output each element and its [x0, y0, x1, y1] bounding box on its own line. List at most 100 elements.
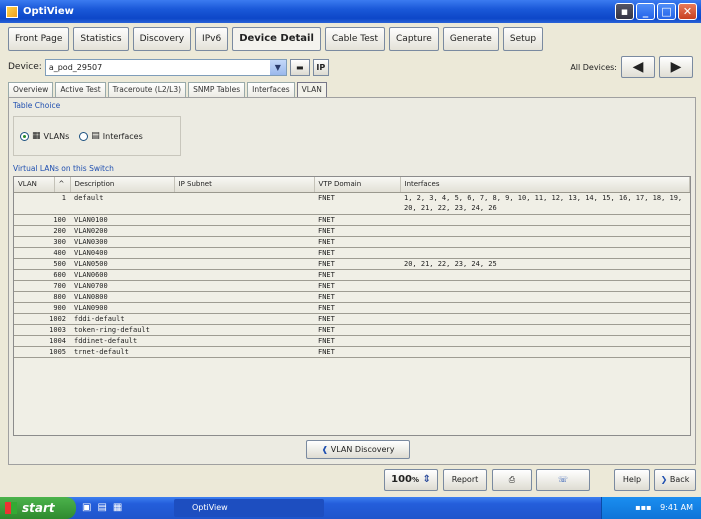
quick-launch-icon[interactable]: ▤: [97, 502, 106, 513]
taskbar-item-optiview[interactable]: OptiView: [174, 499, 324, 517]
cell-description: VLAN0500: [70, 258, 174, 270]
cell-interfaces: [400, 302, 690, 314]
cell-description: VLAN0700: [70, 280, 174, 292]
table-row[interactable]: 1 default FNET 1, 2, 3, 4, 5, 6, 7, 8, 9…: [14, 192, 690, 215]
quick-launch-icon[interactable]: ▣: [82, 502, 91, 513]
start-button[interactable]: start: [0, 497, 76, 519]
table-row[interactable]: 1002 fddi-default FNET: [14, 313, 690, 325]
table-row[interactable]: 1004 fddinet-default FNET: [14, 335, 690, 347]
device-icon: ▬: [296, 62, 304, 72]
col-header-vtp-domain[interactable]: VTP Domain: [314, 177, 401, 193]
subtab-vlan[interactable]: VLAN: [296, 82, 327, 97]
ip-button[interactable]: IP: [312, 58, 329, 76]
device-label: Device:: [8, 62, 42, 72]
zoom-control[interactable]: 100% ⇕: [384, 469, 438, 491]
cell-domain: FNET: [314, 335, 400, 347]
vlan-icon: ▦: [32, 131, 41, 141]
table-row[interactable]: 1005 trnet-default FNET: [14, 346, 690, 358]
radio-selected-icon[interactable]: [20, 131, 29, 141]
table-row[interactable]: 200 VLAN0200 FNET: [14, 225, 690, 237]
previous-device-button[interactable]: ◀: [621, 56, 655, 78]
device-toolbar-button[interactable]: ▬: [289, 58, 310, 76]
discovery-icon: ❰: [321, 445, 329, 454]
col-header-vlan[interactable]: VLAN: [14, 177, 55, 193]
table-row[interactable]: 800 VLAN0800 FNET: [14, 291, 690, 303]
phone-button[interactable]: ☏: [536, 469, 590, 491]
cell-subnet: [174, 192, 314, 215]
subtab-traceroute[interactable]: Traceroute (L2/L3): [107, 82, 187, 97]
cell-description: token-ring-default: [70, 324, 174, 336]
next-device-button[interactable]: ▶: [659, 56, 693, 78]
radio-vlans[interactable]: ▦ VLANs: [20, 131, 69, 141]
subtab-overview[interactable]: Overview: [8, 82, 54, 97]
detail-subtabs: Overview Active Test Traceroute (L2/L3) …: [8, 82, 327, 97]
col-header-ip-subnet[interactable]: IP Subnet: [174, 177, 315, 193]
quick-launch-icon[interactable]: ▦: [113, 502, 122, 513]
table-row[interactable]: 300 VLAN0300 FNET: [14, 236, 690, 248]
table-row[interactable]: 600 VLAN0600 FNET: [14, 269, 690, 281]
cell-vlan: 1005: [14, 346, 70, 358]
cell-description: VLAN0600: [70, 269, 174, 281]
quick-launch: ▣ ▤ ▦: [82, 502, 122, 513]
radio-unselected-icon[interactable]: [79, 131, 89, 141]
vlan-table-container[interactable]: VLAN ^ Description IP Subnet VTP Domain …: [13, 176, 691, 436]
nav-tab-cable-test[interactable]: Cable Test: [324, 27, 386, 51]
maximize-button[interactable]: □: [657, 3, 676, 20]
cell-vlan: 1003: [14, 324, 70, 336]
table-row[interactable]: 700 VLAN0700 FNET: [14, 280, 690, 292]
chevron-down-icon[interactable]: ▼: [269, 59, 286, 75]
col-header-interfaces[interactable]: Interfaces: [400, 177, 690, 193]
cell-interfaces: [400, 225, 690, 237]
table-row[interactable]: 1003 token-ring-default FNET: [14, 324, 690, 336]
nav-tab-device-detail[interactable]: Device Detail: [232, 27, 321, 51]
window-title: OptiView: [23, 6, 74, 17]
table-row[interactable]: 100 VLAN0100 FNET: [14, 214, 690, 226]
report-button[interactable]: Report: [443, 469, 487, 491]
cell-vlan: 700: [14, 280, 70, 292]
table-header-row: VLAN ^ Description IP Subnet VTP Domain …: [14, 177, 690, 193]
cell-description: trnet-default: [70, 346, 174, 358]
radio-interfaces[interactable]: ▤ Interfaces: [79, 131, 143, 141]
cell-interfaces: [400, 291, 690, 303]
vlan-discovery-button[interactable]: ❰ VLAN Discovery: [306, 440, 410, 459]
table-row[interactable]: 500 VLAN0500 FNET 20, 21, 22, 23, 24, 25: [14, 258, 690, 270]
nav-tab-setup[interactable]: Setup: [502, 27, 544, 51]
windows-logo-icon: [5, 502, 17, 514]
cell-domain: FNET: [314, 324, 400, 336]
help-button[interactable]: Help: [614, 469, 650, 491]
back-button[interactable]: ❯ Back: [654, 469, 696, 491]
nav-tab-capture[interactable]: Capture: [389, 27, 439, 51]
cell-domain: FNET: [314, 225, 400, 237]
minimize-button[interactable]: _: [636, 3, 655, 20]
cell-description: fddi-default: [70, 313, 174, 325]
cell-interfaces: [400, 313, 690, 325]
nav-tab-statistics[interactable]: Statistics: [73, 27, 129, 51]
col-header-sort[interactable]: ^: [54, 177, 71, 193]
cell-subnet: [174, 313, 314, 325]
cell-description: VLAN0200: [70, 225, 174, 237]
nav-tab-ipv6[interactable]: IPv6: [195, 27, 229, 51]
vlan-discovery-label: VLAN Discovery: [330, 445, 395, 454]
bottom-toolbar: 100% ⇕ Report ⎙ ☏ Help ❯ Back: [0, 468, 701, 494]
print-button[interactable]: ⎙: [492, 469, 532, 491]
device-select[interactable]: a_pod_29507 ▼: [44, 58, 287, 76]
nav-tab-front-page[interactable]: Front Page: [8, 27, 70, 51]
phone-icon: ☏: [557, 475, 568, 484]
cell-domain: FNET: [314, 346, 400, 358]
nav-tab-discovery[interactable]: Discovery: [132, 27, 192, 51]
cell-description: VLAN0300: [70, 236, 174, 248]
radio-vlans-label: VLANs: [43, 131, 70, 141]
col-header-description[interactable]: Description: [70, 177, 175, 193]
app-menu-icon[interactable]: ▪: [615, 3, 634, 20]
cell-subnet: [174, 324, 314, 336]
tray-icons[interactable]: ▪▪▪: [635, 503, 651, 512]
stepper-icon[interactable]: ⇕: [422, 474, 430, 485]
subtab-interfaces[interactable]: Interfaces: [247, 82, 295, 97]
close-button[interactable]: ✕: [678, 3, 697, 20]
table-row[interactable]: 400 VLAN0400 FNET: [14, 247, 690, 259]
nav-tab-generate[interactable]: Generate: [442, 27, 499, 51]
subtab-active-test[interactable]: Active Test: [55, 82, 106, 97]
table-row[interactable]: 900 VLAN0900 FNET: [14, 302, 690, 314]
subtab-snmp-tables[interactable]: SNMP Tables: [188, 82, 246, 97]
zoom-value: 100: [391, 474, 412, 485]
